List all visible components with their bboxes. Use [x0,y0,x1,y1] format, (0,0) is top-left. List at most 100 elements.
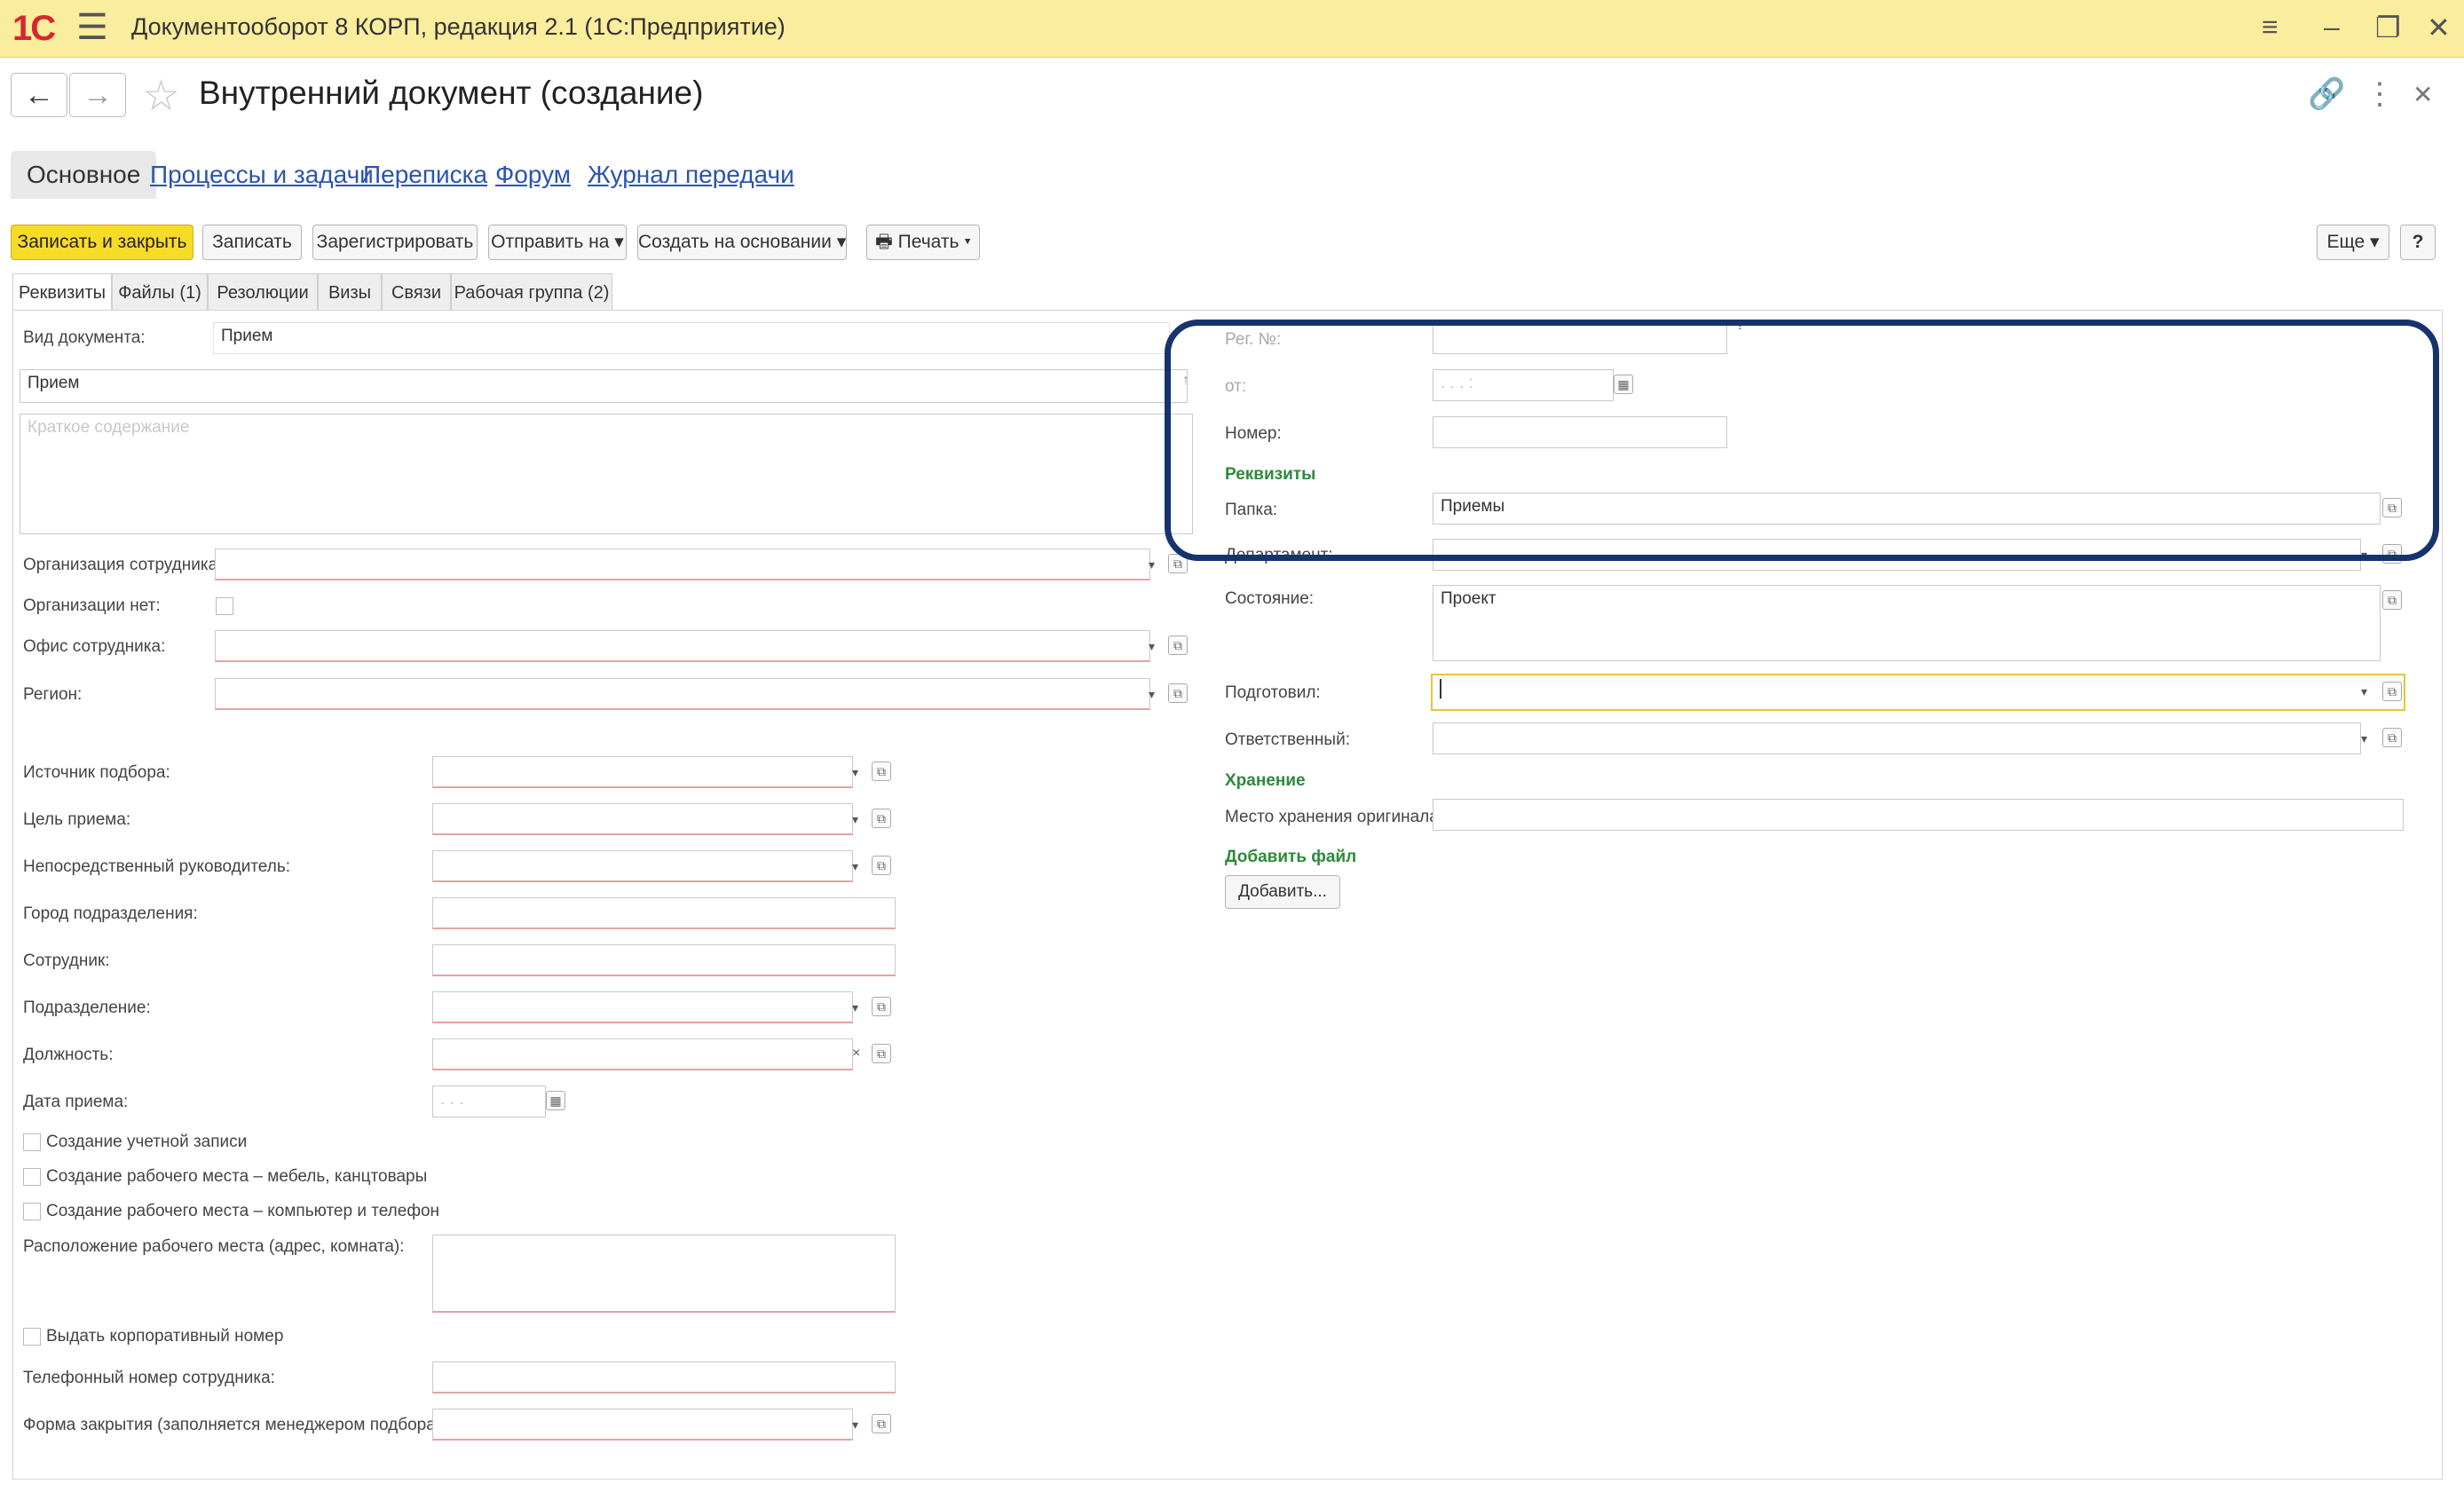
open-icon[interactable]: ⧉ [2382,590,2402,610]
restore-icon[interactable]: ❐ [2375,11,2401,44]
tab-links[interactable]: Связи [382,273,451,311]
printer-icon: 🖶 [874,232,893,252]
open-icon[interactable]: ⧉ [2382,682,2402,701]
storage-place-input[interactable] [1433,799,2404,831]
tab-forum[interactable]: Форум [495,151,571,199]
tab-processes[interactable]: Процессы и задачи [150,151,374,199]
region-input[interactable] [215,678,1150,710]
dropdown-icon[interactable]: ▾ [2361,684,2367,699]
location-label: Расположение рабочего места (адрес, комн… [23,1237,405,1256]
create-based-on-button[interactable]: Создать на основании ▾ [637,225,847,260]
storage-section-title: Хранение [1225,771,1306,790]
forward-button[interactable]: → [69,73,126,117]
form-close-icon[interactable]: ✕ [2413,80,2433,109]
employee-label: Сотрудник: [23,951,110,970]
tab-working-group[interactable]: Рабочая группа (2) [451,273,612,311]
settings-menu-icon[interactable]: ≡ [2262,11,2278,43]
minimize-icon[interactable]: – [2324,11,2340,43]
dropdown-icon[interactable]: ▾ [1149,687,1155,702]
tab-resolutions[interactable]: Резолюции [208,273,318,311]
furniture-checkbox[interactable] [23,1168,41,1186]
summary-textarea[interactable]: Краткое содержание [20,414,1193,534]
tab-requisites[interactable]: Реквизиты [12,273,112,311]
division-input[interactable] [432,991,853,1023]
dropdown-icon[interactable]: ▾ [852,1000,858,1015]
open-icon[interactable]: ⧉ [1168,683,1188,703]
position-input[interactable] [432,1038,853,1070]
hire-date-label: Дата приема: [23,1093,129,1111]
open-icon[interactable]: ⧉ [1168,635,1188,655]
org-input[interactable] [215,549,1150,580]
hire-date-input[interactable]: . . . [432,1085,546,1117]
more-label: Еще [2326,232,2365,252]
doc-type-field[interactable]: Прием [213,322,1170,354]
tab-visas[interactable]: Визы [318,273,382,311]
open-icon[interactable]: ⧉ [872,1044,891,1063]
menu-icon[interactable]: ☰ [76,7,108,48]
office-input[interactable] [215,630,1150,662]
computer-checkbox[interactable] [23,1203,41,1220]
arrow-right-icon: → [83,78,113,112]
region-label: Регион: [23,685,83,704]
storage-place-label: Место хранения оригинала: [1225,808,1444,826]
state-textarea[interactable]: Проект [1433,585,2381,661]
save-and-close-button[interactable]: Записать и закрыть [11,225,193,260]
source-input[interactable] [432,756,853,788]
position-label: Должность: [23,1046,114,1064]
favorite-star-icon[interactable]: ☆ [142,71,180,121]
page-title: Внутренний документ (создание) [199,75,704,111]
no-org-label: Организации нет: [23,596,161,615]
print-label: Печать [897,232,960,252]
state-label: Состояние: [1225,589,1315,608]
dropdown-icon[interactable]: ▾ [852,1417,858,1433]
back-button[interactable]: ← [11,73,67,117]
phone-input[interactable] [432,1362,896,1393]
save-button[interactable]: Записать [202,225,302,260]
city-input[interactable] [432,897,896,929]
dropdown-icon[interactable]: ▾ [852,812,858,827]
open-icon[interactable]: ⧉ [872,809,891,828]
window-title: Документооборот 8 КОРП, редакция 2.1 (1С… [131,13,786,40]
open-icon[interactable]: ⧉ [872,997,891,1016]
goal-input[interactable] [432,803,853,835]
tab-transfer-log[interactable]: Журнал передачи [588,151,794,199]
document-name-input[interactable]: Прием [20,369,1188,403]
open-icon[interactable]: ⧉ [872,856,891,875]
phone-checkbox[interactable] [23,1328,41,1346]
open-icon[interactable]: ⧉ [872,1414,891,1433]
dropdown-icon[interactable]: ▾ [852,765,858,780]
employee-input[interactable] [432,944,896,976]
tab-files[interactable]: Файлы (1) [112,273,208,311]
location-textarea[interactable] [432,1235,896,1313]
dropdown-icon[interactable]: ▾ [2361,731,2367,746]
calendar-icon[interactable]: ▦ [546,1091,565,1110]
more-button[interactable]: Еще ▾ [2317,225,2389,260]
clear-icon[interactable]: × [852,1046,860,1062]
tab-correspondence[interactable]: Переписка [363,151,487,199]
tab-main[interactable]: Основное [11,151,157,199]
link-icon[interactable]: 🔗 [2308,76,2345,112]
dropdown-icon[interactable]: ▾ [1149,557,1155,572]
more-vertical-icon[interactable]: ⋮ [2365,76,2395,112]
help-button[interactable]: ? [2400,225,2436,260]
print-button[interactable]: 🖶 Печать ▾ [866,225,980,260]
highlight-frame [1165,320,2439,561]
closing-form-input[interactable] [432,1409,853,1441]
dropdown-icon[interactable]: ▾ [1149,639,1155,654]
source-label: Источник подбора: [23,763,170,782]
account-checkbox[interactable] [23,1133,41,1151]
register-button[interactable]: Зарегистрировать [312,225,478,260]
manager-input[interactable] [432,850,853,882]
prepared-by-input[interactable] [1431,674,2405,711]
add-file-button[interactable]: Добавить... [1225,875,1340,909]
send-to-button[interactable]: Отправить на ▾ [488,225,627,260]
open-icon[interactable]: ⧉ [872,762,891,781]
no-org-checkbox[interactable] [216,597,233,615]
close-icon[interactable]: ✕ [2427,11,2451,44]
manager-label: Непосредственный руководитель: [23,857,290,876]
responsible-input[interactable] [1433,722,2361,754]
dropdown-icon[interactable]: ▾ [852,859,858,874]
create-based-label: Создать на основании [638,232,832,252]
chevron-down-icon: ▾ [2370,232,2380,252]
open-icon[interactable]: ⧉ [2382,728,2402,747]
